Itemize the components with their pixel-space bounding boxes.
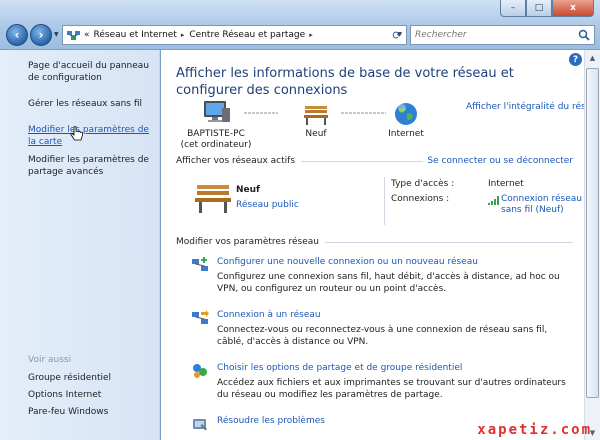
map-node-network[interactable]: Neuf <box>276 100 356 140</box>
task-desc-sharing-options: Accédez aux fichiers et aux imprimantes … <box>217 378 566 400</box>
recent-pages-dropdown[interactable]: ▼ <box>54 31 59 38</box>
bench-icon <box>195 185 231 213</box>
network-type-link[interactable]: Réseau public <box>236 200 299 210</box>
sidebar-link-control-panel-home[interactable]: Page d'accueil du panneau de configurati… <box>28 60 151 84</box>
network-name: Neuf <box>236 185 260 195</box>
watermark: xapetiz.com <box>477 422 592 438</box>
sidebar-link-firewall[interactable]: Pare-feu Windows <box>28 406 111 418</box>
settings-header: Modifier vos paramètres réseau <box>176 237 573 247</box>
access-type-label: Type d'accès : <box>391 179 455 189</box>
network-map: BAPTISTE-PC (cet ordinateur) Neuf Intern… <box>176 100 600 160</box>
homegroup-icon <box>193 364 207 378</box>
search-icon[interactable] <box>578 29 590 41</box>
sidebar-link-advanced-sharing[interactable]: Modifier les paramètres de partage avanc… <box>28 154 151 178</box>
breadcrumb-separator[interactable]: ▸ <box>181 31 185 39</box>
network-icon <box>67 30 80 40</box>
task-link-troubleshoot[interactable]: Résoudre les problèmes <box>217 416 325 426</box>
refresh-icon[interactable]: ⟳ <box>388 26 406 44</box>
sidebar-link-adapter-settings[interactable]: Modifier les paramètres de la carte <box>28 124 151 148</box>
breadcrumb-network-center[interactable]: Centre Réseau et partage <box>189 30 305 40</box>
breadcrumb-network-internet[interactable]: Réseau et Internet <box>94 30 177 40</box>
address-chevrons[interactable]: « <box>84 30 90 40</box>
computer-icon <box>204 101 230 122</box>
map-connector <box>244 112 278 114</box>
task-link-sharing-options[interactable]: Choisir les options de partage et de gro… <box>217 363 462 373</box>
scroll-thumb[interactable] <box>586 68 599 398</box>
full-map-link[interactable]: Afficher l'intégralité du réseau <box>466 102 600 112</box>
window-chrome: – □ x ‹ › ▼ « Réseau et Internet ▸ Centr… <box>0 0 600 50</box>
active-networks-title: Afficher vos réseaux actifs <box>176 156 296 166</box>
back-button[interactable]: ‹ <box>6 24 28 46</box>
bench-icon <box>304 106 328 125</box>
scroll-up-icon[interactable]: ▲ <box>585 50 600 65</box>
connect-network-icon <box>192 310 209 324</box>
sidebar-link-internet-options[interactable]: Options Internet <box>28 389 111 401</box>
address-bar[interactable]: « Réseau et Internet ▸ Centre Réseau et … <box>62 25 407 45</box>
main-pane: ? Afficher les informations de base de v… <box>161 50 600 440</box>
task-sidebar: Page d'accueil du panneau de configurati… <box>0 50 160 440</box>
sidebar-link-manage-wireless[interactable]: Gérer les réseaux sans fil <box>28 98 151 110</box>
wifi-signal-icon <box>488 196 499 205</box>
vertical-scrollbar[interactable]: ▲ ▼ <box>584 50 600 440</box>
new-connection-icon <box>192 257 208 271</box>
breadcrumb-separator[interactable]: ▸ <box>309 31 313 39</box>
map-node-internet-name: Internet <box>388 129 424 139</box>
window-controls: – □ x <box>500 0 594 17</box>
panel-divider <box>384 177 385 225</box>
globe-icon <box>395 103 417 125</box>
map-node-computer-name: BAPTISTE-PC <box>187 129 245 139</box>
maximize-button[interactable]: □ <box>526 0 552 17</box>
connect-disconnect-link[interactable]: Se connecter ou se déconnecter <box>423 156 573 166</box>
task-link-new-connection[interactable]: Configurer une nouvelle connexion ou un … <box>217 257 478 267</box>
minimize-button[interactable]: – <box>500 0 526 17</box>
map-node-internet[interactable]: Internet <box>366 100 446 140</box>
page-title: Afficher les informations de base de vot… <box>176 66 514 98</box>
content-area: Page d'accueil du panneau de configurati… <box>0 50 600 440</box>
map-node-network-name: Neuf <box>305 129 327 139</box>
close-button[interactable]: x <box>552 0 594 17</box>
active-network-panel: Neuf Réseau public Type d'accès : Intern… <box>176 175 582 235</box>
map-node-computer[interactable]: BAPTISTE-PC (cet ordinateur) <box>176 100 256 151</box>
task-desc-connect-network: Connectez-vous ou reconnectez-vous à une… <box>217 325 548 347</box>
search-box[interactable] <box>410 25 595 45</box>
forward-button[interactable]: › <box>30 24 52 46</box>
hand-cursor-icon <box>70 126 83 141</box>
section-divider <box>301 160 424 162</box>
wireless-connection-link[interactable]: Connexion réseau sans fil (Neuf) <box>501 194 591 216</box>
connections-label: Connexions : <box>391 194 450 204</box>
map-node-computer-sub: (cet ordinateur) <box>180 140 252 150</box>
active-networks-header: Afficher vos réseaux actifs Se connecter… <box>176 156 573 166</box>
task-desc-new-connection: Configurez une connexion sans fil, haut … <box>217 272 560 294</box>
task-link-connect-network[interactable]: Connexion à un réseau <box>217 310 321 320</box>
help-icon[interactable]: ? <box>569 53 582 66</box>
search-input[interactable] <box>411 30 571 40</box>
see-also-links: Groupe résidentiel Options Internet Pare… <box>28 372 111 423</box>
sidebar-link-homegroup[interactable]: Groupe résidentiel <box>28 372 111 384</box>
see-also-label: Voir aussi <box>28 355 72 365</box>
troubleshoot-icon <box>193 419 207 431</box>
access-type-value: Internet <box>488 179 524 189</box>
section-divider <box>325 241 573 243</box>
settings-title: Modifier vos paramètres réseau <box>176 237 319 247</box>
